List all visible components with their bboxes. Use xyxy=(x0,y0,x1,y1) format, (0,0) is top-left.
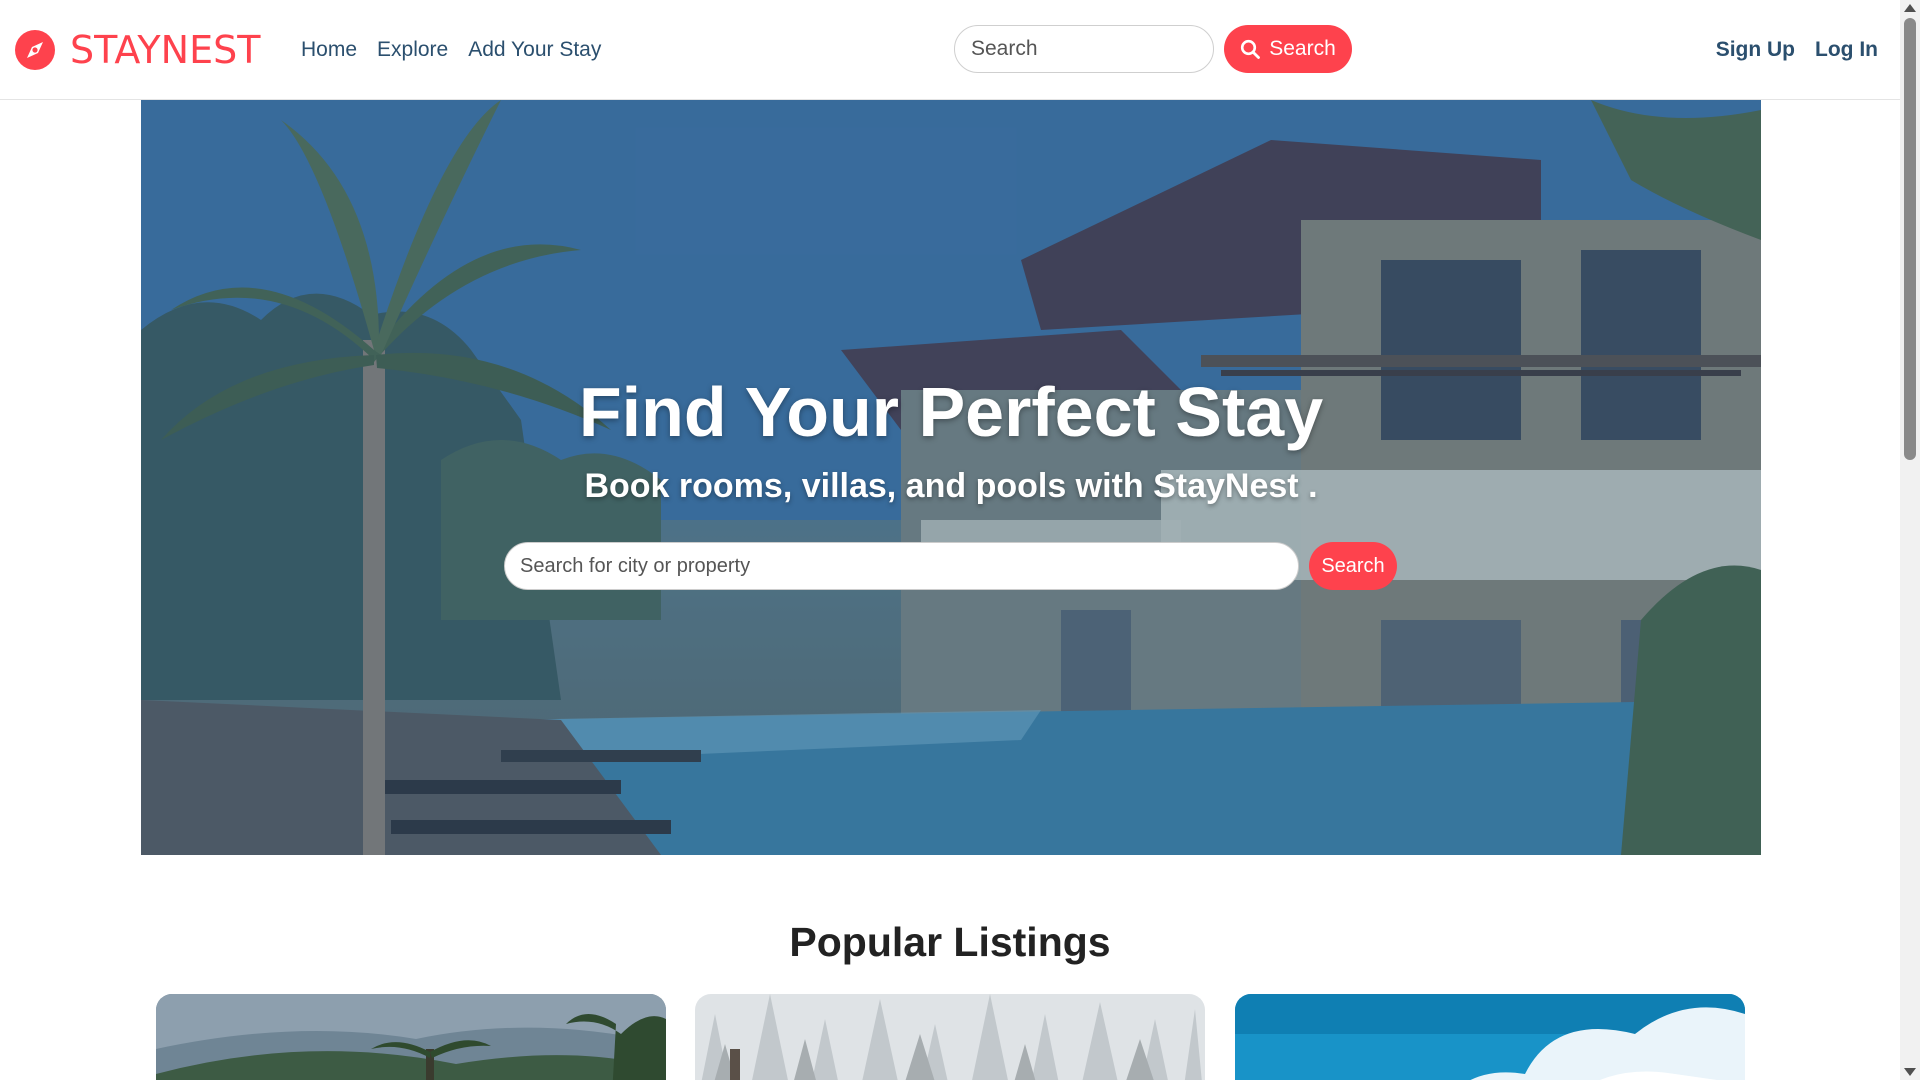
nav-search-button-label: Search xyxy=(1269,37,1336,60)
sign-up-link[interactable]: Sign Up xyxy=(1716,35,1795,65)
hero-subtitle: Book rooms, villas, and pools with StayN… xyxy=(584,467,1318,505)
hero-search-input[interactable] xyxy=(504,542,1299,590)
brand-logo[interactable]: STAYNEST xyxy=(14,27,260,73)
navbar: STAYNEST Home Explore Add Your Stay Sear… xyxy=(0,0,1900,100)
scroll-down-arrow-icon[interactable] xyxy=(1904,1068,1916,1076)
scroll-thumb[interactable] xyxy=(1904,18,1916,460)
nav-search-button[interactable]: Search xyxy=(1224,25,1352,73)
hero-search: Search xyxy=(504,542,1397,590)
nav-search-input[interactable] xyxy=(954,25,1214,73)
listing-card[interactable] xyxy=(695,994,1205,1080)
log-in-link[interactable]: Log In xyxy=(1815,35,1878,65)
nav-link-home[interactable]: Home xyxy=(301,36,357,64)
listing-card[interactable] xyxy=(156,994,666,1080)
hero-banner: Find Your Perfect Stay Book rooms, villa… xyxy=(141,100,1761,855)
magnifier-icon xyxy=(1241,39,1261,59)
nav-link-add-your-stay[interactable]: Add Your Stay xyxy=(468,36,601,64)
auth-links: Sign Up Log In xyxy=(1696,35,1878,65)
scroll-up-arrow-icon[interactable] xyxy=(1904,4,1916,12)
hero-title: Find Your Perfect Stay xyxy=(578,373,1324,451)
snowy-forest-photo xyxy=(695,994,1205,1080)
listing-card[interactable] xyxy=(1235,994,1745,1080)
blue-sky-clouds-photo xyxy=(1235,994,1745,1080)
nav-search: Search xyxy=(954,25,1352,73)
main-nav: Home Explore Add Your Stay xyxy=(301,36,621,64)
hero-search-button[interactable]: Search xyxy=(1309,542,1397,590)
tropical-palms-photo xyxy=(156,994,666,1080)
compass-icon xyxy=(15,30,55,70)
popular-listings-title: Popular Listings xyxy=(789,919,1111,965)
nav-link-explore[interactable]: Explore xyxy=(377,36,448,64)
brand-name: STAYNEST xyxy=(70,28,261,72)
page-scrollbar[interactable] xyxy=(1900,0,1920,1080)
